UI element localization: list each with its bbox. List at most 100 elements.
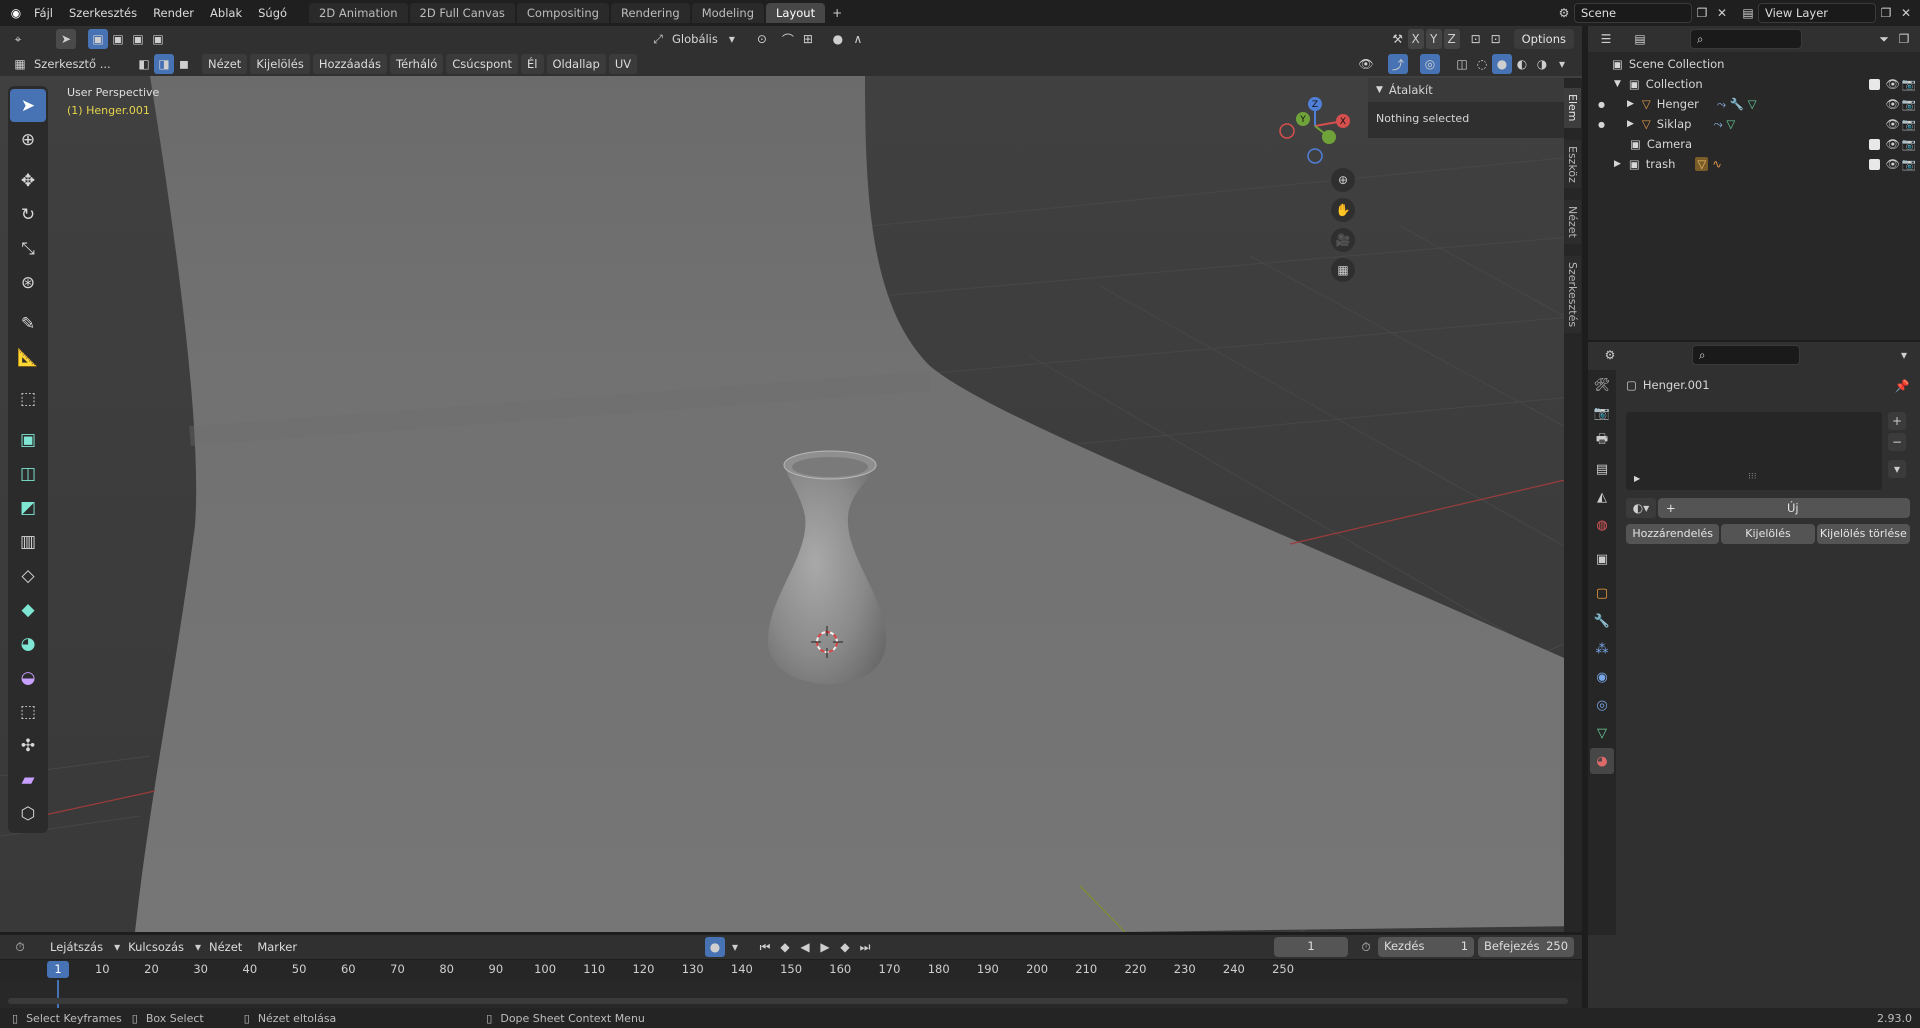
shading-options-icon[interactable]: ▾: [1552, 54, 1572, 74]
options-chevron-icon[interactable]: ▾: [1894, 345, 1914, 365]
collapse-arrow-icon[interactable]: ▼: [1376, 85, 1383, 95]
world-tab-icon[interactable]: ◍: [1590, 512, 1614, 538]
menu-window[interactable]: Ablak: [202, 0, 250, 26]
workspace-tab-2d-full-canvas[interactable]: 2D Full Canvas: [409, 3, 515, 23]
smooth-tool-icon[interactable]: ◒: [10, 661, 46, 694]
orientation-dropdown[interactable]: Globális: [668, 32, 722, 46]
frame-start-field[interactable]: Kezdés 1: [1378, 937, 1475, 957]
outliner-search-input[interactable]: ⌕: [1690, 29, 1802, 49]
material-shading-icon[interactable]: ◐: [1512, 54, 1532, 74]
expand-arrow-icon[interactable]: ▶: [1627, 99, 1634, 109]
expand-arrow-icon[interactable]: ▶: [1614, 159, 1621, 169]
snap-icon[interactable]: ⌒: [778, 29, 798, 49]
editor-type-icon[interactable]: ⌖: [8, 29, 28, 49]
keying-options-icon[interactable]: ▾: [725, 937, 745, 957]
workspace-tab-2d-animation[interactable]: 2D Animation: [309, 3, 408, 23]
render-camera-icon[interactable]: 📷: [1902, 77, 1916, 91]
select-box-tool-icon[interactable]: ➤: [56, 29, 76, 49]
zoom-icon[interactable]: ⊕: [1331, 168, 1355, 192]
include-checkbox[interactable]: [1869, 138, 1880, 150]
scene-selector-icon[interactable]: ⚙: [1554, 3, 1574, 23]
inset-tool-icon[interactable]: ◫: [10, 457, 46, 490]
eye-icon[interactable]: 👁: [1885, 137, 1900, 151]
remove-slot-icon[interactable]: −: [1888, 433, 1906, 451]
prev-keyframe-icon[interactable]: ◆: [775, 937, 795, 957]
assign-button[interactable]: Hozzárendelés: [1626, 524, 1720, 544]
new-collection-icon[interactable]: ❐: [1894, 29, 1914, 49]
resize-handle-icon[interactable]: ⁝⁝⁝: [1748, 472, 1757, 482]
scene-tab-icon[interactable]: ◭: [1590, 484, 1614, 510]
new-view-layer-icon[interactable]: ❐: [1876, 3, 1896, 23]
knife-tool-icon[interactable]: ◇: [10, 559, 46, 592]
sidebar-tab-item[interactable]: Elem: [1564, 88, 1581, 128]
menu-render[interactable]: Render: [145, 0, 202, 26]
outliner-item-siklap[interactable]: ● ▶ ▽ Siklap ⤳ ▽ 👁 📷: [1588, 114, 1920, 134]
ortho-toggle-icon[interactable]: ▦: [1331, 258, 1355, 282]
move-tool-icon[interactable]: ✥: [10, 164, 46, 197]
display-mode-icon[interactable]: ▤: [1630, 29, 1650, 49]
menu-edit[interactable]: Szerkesztés: [61, 0, 145, 26]
render-camera-icon[interactable]: 📷: [1902, 157, 1916, 171]
timeline-menu-playback[interactable]: Lejátszás: [44, 937, 109, 957]
material-tab-icon[interactable]: ◕: [1590, 748, 1614, 774]
face-select-icon[interactable]: ◼: [174, 54, 194, 74]
viewport-menu-view[interactable]: Nézet: [202, 54, 248, 74]
stopwatch-icon[interactable]: ⏱: [1356, 937, 1376, 957]
viewport-menu-face[interactable]: Oldallap: [546, 54, 606, 74]
eye-icon[interactable]: 👁: [1885, 77, 1900, 91]
current-frame-field[interactable]: 1: [1274, 937, 1349, 957]
edge-select-icon[interactable]: ◨: [154, 54, 174, 74]
next-keyframe-icon[interactable]: ◆: [835, 937, 855, 957]
cursor-tool-icon[interactable]: ⊕: [10, 123, 46, 156]
viewport-menu-uv[interactable]: UV: [608, 54, 638, 74]
sidebar-tab-edit[interactable]: Szerkesztés: [1564, 256, 1581, 334]
play-reverse-icon[interactable]: ◀: [795, 937, 815, 957]
spin-tool-icon[interactable]: ◕: [10, 627, 46, 660]
frame-end-field[interactable]: Befejezés 250: [1478, 937, 1575, 957]
new-material-button[interactable]: + Új: [1658, 498, 1910, 518]
deselect-button[interactable]: Kijelölés törlése: [1816, 524, 1910, 544]
modifiers-tab-icon[interactable]: 🔧: [1590, 608, 1614, 634]
play-icon[interactable]: ▶: [815, 937, 835, 957]
poly-build-tool-icon[interactable]: ◆: [10, 593, 46, 626]
object-tab-icon[interactable]: ▢: [1590, 580, 1614, 606]
tool-tab-icon[interactable]: 🛠: [1590, 372, 1614, 398]
playhead-marker[interactable]: 1: [47, 961, 69, 978]
include-checkbox[interactable]: [1869, 78, 1880, 90]
transform-tool-icon[interactable]: ⊛: [10, 266, 46, 299]
constraints-tab-icon[interactable]: ◎: [1590, 692, 1614, 718]
xray-toggle-icon[interactable]: ◫: [1452, 54, 1472, 74]
auto-keying-icon[interactable]: ●: [705, 937, 726, 957]
loop-cut-tool-icon[interactable]: ▥: [10, 525, 46, 558]
menu-file[interactable]: Fájl: [26, 0, 61, 26]
rip-tool-icon[interactable]: ⬡: [10, 797, 46, 830]
view-layer-field[interactable]: View Layer: [1758, 3, 1876, 23]
timeline-menu-marker[interactable]: Marker: [251, 937, 303, 957]
properties-search-input[interactable]: ⌕: [1692, 345, 1800, 365]
bevel-tool-icon[interactable]: ◩: [10, 491, 46, 524]
vertex-select-icon[interactable]: ◧: [134, 54, 154, 74]
particles-tab-icon[interactable]: ⁂: [1590, 636, 1614, 662]
filter-icon[interactable]: ⏷: [1874, 29, 1894, 49]
timeline-ruler[interactable]: 10 20 30 40 50 60 70 80 90 100 110 120 130 140 150 160 1…: [0, 960, 1582, 980]
viewport-menu-add[interactable]: Hozzáadás: [312, 54, 388, 74]
timeline-menu-keying[interactable]: Kulcsozás: [122, 937, 190, 957]
select-mode-subtract-icon[interactable]: ▣: [128, 29, 148, 49]
gizmo-toggle-icon[interactable]: ⤴: [1388, 54, 1408, 74]
render-camera-icon[interactable]: 📷: [1902, 97, 1916, 111]
delete-view-layer-icon[interactable]: ✕: [1896, 3, 1916, 23]
timeline-menu-view[interactable]: Nézet: [203, 937, 248, 957]
uv-sync-icon[interactable]: ⊡: [1486, 29, 1506, 49]
camera-view-icon[interactable]: 🎥: [1331, 228, 1355, 252]
select-tool-icon[interactable]: ➤: [10, 89, 46, 122]
annotate-tool-icon[interactable]: ✎: [10, 307, 46, 340]
outliner-item-camera[interactable]: ▣ Camera 👁 📷: [1588, 134, 1920, 154]
workspace-tab-modeling[interactable]: Modeling: [691, 3, 765, 23]
scene-field[interactable]: Scene: [1574, 3, 1692, 23]
pivot-point-icon[interactable]: ⊙: [752, 29, 772, 49]
sidebar-tab-tool[interactable]: Eszköz: [1564, 139, 1581, 189]
view-layer-tab-icon[interactable]: ▤: [1590, 456, 1614, 482]
material-slot-list[interactable]: ▶ ⁝⁝⁝: [1626, 412, 1882, 490]
material-browse-icon[interactable]: ◐▾: [1626, 498, 1656, 518]
sidebar-tab-view[interactable]: Nézet: [1564, 200, 1581, 245]
